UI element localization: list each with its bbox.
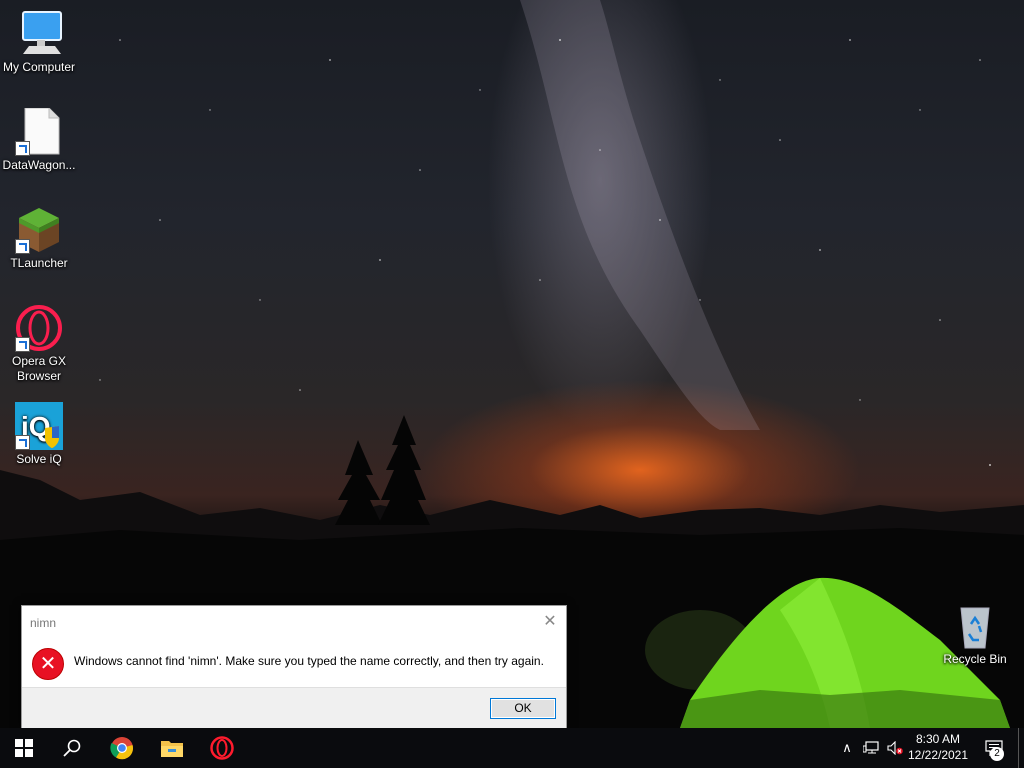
search-button[interactable] [48,728,96,768]
opera-gx-icon [15,304,63,352]
clock-time: 8:30 AM [915,732,961,746]
start-button[interactable] [0,728,48,768]
windows-start-icon [15,739,33,757]
ok-button[interactable]: OK [490,698,556,719]
show-hidden-icons-chevron[interactable]: ∧ [838,728,856,768]
recycle-bin-icon [951,602,999,650]
clock[interactable]: 8:30 AM 12/22/2021 [906,731,970,763]
desktop-icon-tlauncher[interactable]: TLauncher [0,206,78,271]
opera-icon [210,736,234,760]
taskbar-chrome[interactable] [98,728,146,768]
desktop-icon-label: Solve iQ [16,452,62,466]
grass-block-icon [15,206,63,254]
volume-tray-button[interactable] [884,728,906,768]
dialog-title: nimn [30,616,57,630]
document-icon [15,107,63,156]
dialog-footer: OK [22,687,566,728]
shortcut-arrow-icon [15,239,30,254]
desktop-icon-solve-iq[interactable]: iQ Solve iQ [0,402,78,467]
desktop-icon-my-computer[interactable]: My Computer [0,10,78,75]
taskbar: ∧ 8:30 AM 12/22/2021 [0,728,1024,768]
desktop-icon-label: Opera GX Browser [11,354,67,383]
network-tray-button[interactable] [860,728,882,768]
network-icon [863,741,879,754]
taskbar-opera[interactable] [198,728,246,768]
file-explorer-icon [161,741,183,757]
show-desktop-button[interactable] [1018,728,1024,768]
shortcut-arrow-icon [15,337,30,352]
shortcut-arrow-icon [15,141,30,156]
dialog-message: Windows cannot find 'nimn'. Make sure yo… [74,654,544,668]
error-dialog: nimn ✕ ✕ Windows cannot find 'nimn'. Mak… [21,605,567,729]
desktop-icon-label: My Computer [2,60,76,74]
desktop-icon-datawagon[interactable]: DataWagon... [0,107,78,173]
chrome-icon [110,737,134,760]
close-icon[interactable]: ✕ [540,612,560,632]
desktop-icon-opera-gx[interactable]: Opera GX Browser [0,304,78,384]
search-icon [63,739,81,757]
computer-icon [15,10,63,58]
solve-iq-icon: iQ [15,402,63,450]
clock-date: 12/22/2021 [907,748,969,762]
error-icon: ✕ [32,648,64,680]
volume-muted-icon [887,741,903,755]
desktop-icon-label: Recycle Bin [943,652,1007,666]
desktop-icon-label: TLauncher [10,256,68,270]
desktop-icon-label: DataWagon... [2,158,76,172]
notification-count-badge: 2 [990,747,1004,761]
shortcut-arrow-icon [15,435,30,450]
desktop-icon-recycle-bin[interactable]: Recycle Bin [936,602,1014,667]
taskbar-file-explorer[interactable] [148,728,196,768]
